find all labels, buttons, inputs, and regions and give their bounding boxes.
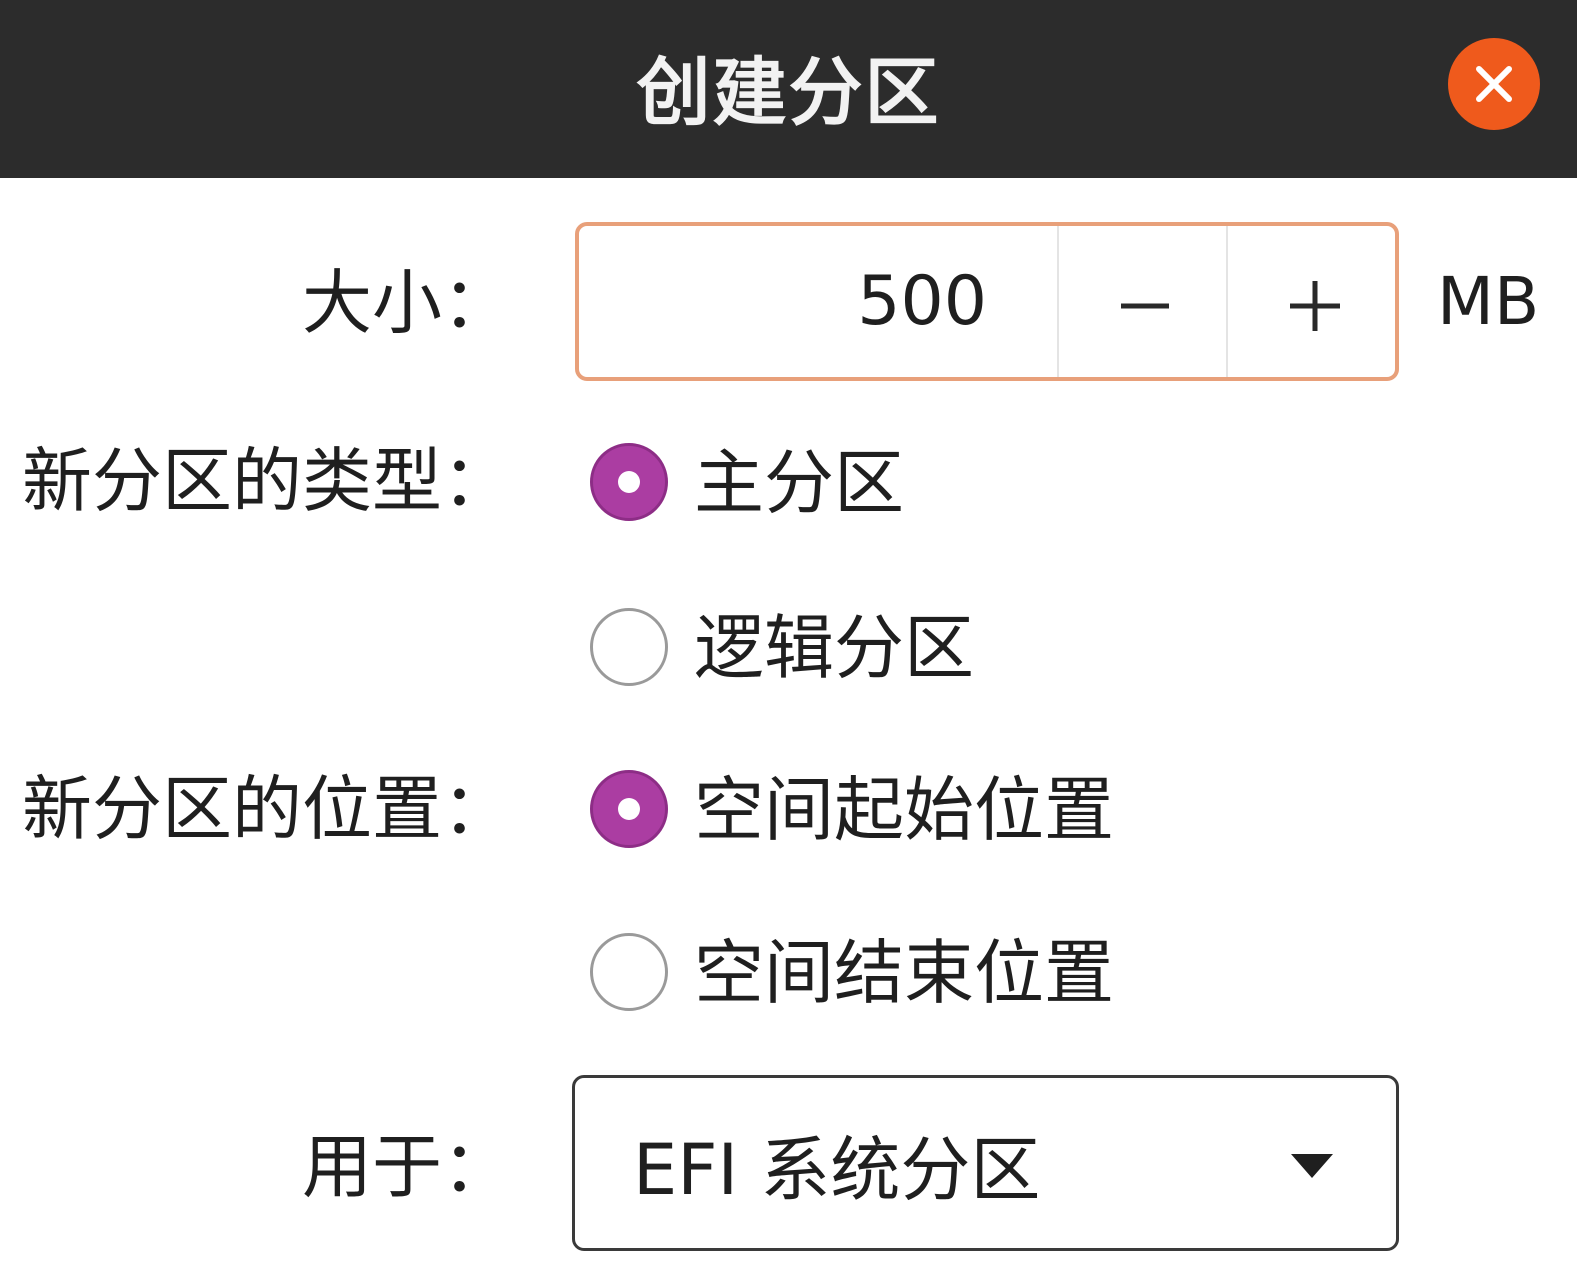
partition-type-label: 新分区的类型： [22, 440, 512, 522]
radio-logical-partition-label: 逻辑分区 [694, 607, 974, 689]
dialog-titlebar: 创建分区 [0, 0, 1577, 178]
partition-location-label: 新分区的位置： [22, 768, 512, 850]
radio-primary-partition-label: 主分区 [694, 442, 904, 524]
increment-button[interactable] [1226, 226, 1395, 377]
radio-unchecked-indicator [590, 933, 668, 1011]
radio-location-end[interactable]: 空间结束位置 [590, 932, 1114, 1014]
use-as-label: 用于： [302, 1126, 512, 1208]
close-icon [1476, 66, 1512, 102]
radio-location-end-label: 空间结束位置 [694, 932, 1114, 1014]
dialog-title: 创建分区 [636, 50, 941, 136]
use-as-selected-value: EFI 系统分区 [633, 1129, 1041, 1211]
radio-location-start[interactable]: 空间起始位置 [590, 769, 1114, 851]
size-input[interactable] [579, 226, 1057, 377]
dropdown-arrow-icon [1287, 1148, 1337, 1184]
radio-primary-partition[interactable]: 主分区 [590, 442, 904, 524]
plus-icon [1290, 281, 1340, 331]
size-unit: MB [1437, 263, 1540, 340]
radio-logical-partition[interactable]: 逻辑分区 [590, 607, 974, 689]
decrement-button[interactable] [1057, 226, 1226, 377]
size-spinbox [575, 222, 1399, 381]
radio-checked-indicator [590, 770, 668, 848]
close-button[interactable] [1448, 38, 1540, 130]
radio-location-start-label: 空间起始位置 [694, 769, 1114, 851]
radio-checked-indicator [590, 443, 668, 521]
size-label: 大小： [302, 262, 512, 344]
use-as-dropdown[interactable]: EFI 系统分区 [572, 1075, 1399, 1251]
minus-icon [1121, 303, 1169, 309]
radio-unchecked-indicator [590, 608, 668, 686]
